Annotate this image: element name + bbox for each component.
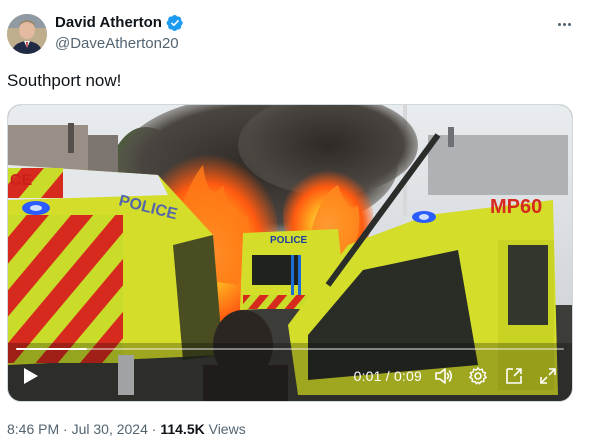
avatar[interactable]: [7, 14, 47, 54]
current-time: 0:01: [353, 368, 382, 384]
play-icon[interactable]: [20, 366, 40, 386]
author-name[interactable]: David Atherton: [55, 13, 162, 33]
video-progress-fill: [16, 348, 88, 350]
post-date[interactable]: Jul 30, 2024: [72, 421, 148, 437]
more-dot-icon: [567, 22, 571, 26]
duration: 0:09: [393, 368, 422, 384]
fullscreen-icon[interactable]: [538, 366, 558, 386]
center-van-lettering: POLICE: [270, 235, 308, 246]
avatar-image: [7, 14, 47, 54]
tweet-card: David Atherton @DaveAtherton20 Southport…: [0, 0, 590, 446]
video-time-display: 0:01 / 0:09: [354, 367, 422, 385]
author-handle[interactable]: @DaveAtherton20: [55, 34, 184, 54]
picture-in-picture-icon[interactable]: [504, 366, 524, 386]
video-controls: 0:01 / 0:09: [8, 351, 572, 401]
post-time[interactable]: 8:46 PM: [7, 421, 59, 437]
author-block: David Atherton @DaveAtherton20: [55, 13, 184, 54]
video-player[interactable]: POLICE CE POLICE MP60 0:01 / 0:09: [7, 104, 573, 402]
meta-separator: ·: [151, 421, 157, 437]
left-van-lettering: CE: [10, 172, 33, 189]
time-separator: /: [385, 368, 390, 384]
tweet-text: Southport now!: [7, 71, 122, 90]
video-progress-bar[interactable]: [16, 348, 564, 350]
more-dot-icon: [557, 22, 561, 26]
right-van-code: MP60: [490, 196, 542, 218]
volume-icon[interactable]: [434, 366, 454, 386]
more-dot-icon: [562, 22, 566, 26]
meta-separator: ·: [63, 421, 68, 437]
views-label: Views: [208, 421, 246, 437]
verified-badge-icon[interactable]: [166, 14, 184, 32]
tweet-meta: 8:46 PM · Jul 30, 2024 · 114.5K Views: [7, 420, 246, 438]
author-name-row: David Atherton: [55, 13, 184, 33]
more-options-button[interactable]: [554, 14, 574, 34]
views-count[interactable]: 114.5K: [160, 421, 204, 437]
settings-icon[interactable]: [468, 366, 488, 386]
